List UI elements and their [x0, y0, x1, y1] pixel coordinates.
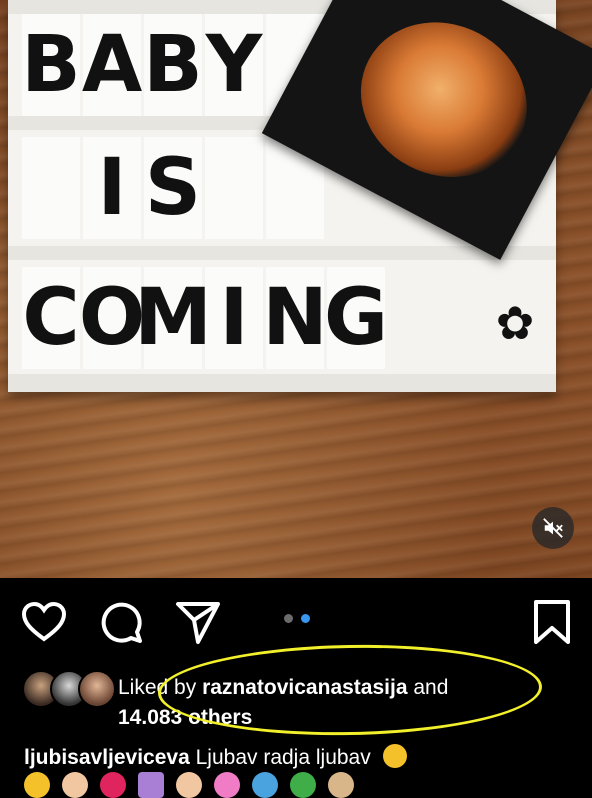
flower-icon: ✿	[495, 297, 535, 349]
heart-icon[interactable]	[20, 598, 68, 646]
lightbox-row-3: C O M I N G	[22, 262, 542, 374]
speaker-muted-icon	[543, 518, 563, 538]
letter-tile-blank	[22, 137, 80, 239]
mute-button[interactable]	[532, 507, 574, 549]
heart-emoji	[100, 772, 126, 798]
bookmark-icon[interactable]	[528, 598, 576, 646]
letter-tile: Y	[205, 14, 263, 116]
post-caption: ljubisavljeviceva Ljubav radja ljubav	[24, 744, 407, 770]
action-bar	[0, 598, 592, 654]
letter-tile: B	[143, 14, 203, 116]
avatar[interactable]	[78, 670, 116, 708]
emoji	[176, 772, 202, 798]
pleading-face-emoji	[382, 744, 407, 768]
comment-icon[interactable]	[97, 598, 145, 646]
lightbox-frame-bottom	[8, 374, 556, 392]
carousel-dot	[284, 614, 293, 623]
carousel-indicator	[284, 614, 310, 623]
letter-tile: N	[262, 267, 328, 369]
letter-tile: C	[22, 267, 80, 369]
letter-tile-blank	[205, 137, 263, 239]
clover-emoji	[290, 772, 316, 798]
letter-tile: B	[21, 14, 81, 116]
emoji	[328, 772, 354, 798]
letter-tile: M	[134, 267, 212, 369]
letter-tile: I	[205, 267, 263, 369]
emoji	[252, 772, 278, 798]
send-icon[interactable]	[174, 598, 222, 646]
emoji	[138, 772, 164, 798]
caption-text: Ljubav radja ljubav	[189, 746, 371, 769]
caption-emoji-row	[24, 772, 354, 798]
ultrasound-image	[333, 0, 555, 206]
emoji	[62, 772, 88, 798]
lightbox-divider-2	[8, 246, 556, 260]
letter-tile: G	[324, 267, 388, 369]
carousel-dot-active	[301, 614, 310, 623]
letter-tile: O	[79, 267, 145, 369]
emoji	[214, 772, 240, 798]
letter-tile: A	[82, 14, 142, 116]
caption-username-link[interactable]: ljubisavljeviceva	[24, 746, 190, 769]
emoji	[24, 772, 50, 798]
post-media[interactable]: B A B Y I S C O M I N G ✿	[0, 0, 592, 578]
letter-tile: I	[83, 137, 141, 239]
letter-tile: S	[144, 137, 202, 239]
